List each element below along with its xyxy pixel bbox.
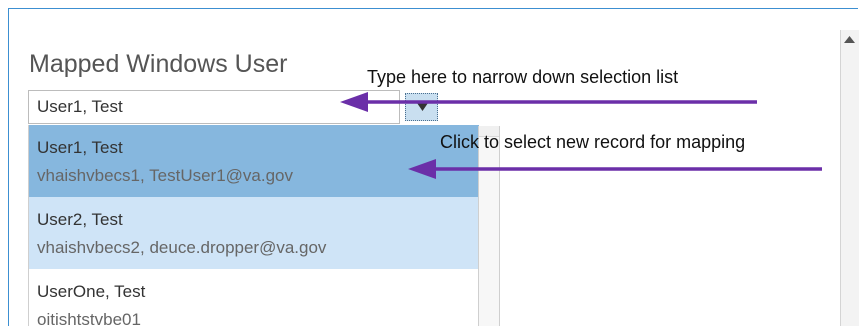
scroll-up-arrow-icon[interactable] <box>844 36 855 43</box>
user-search-input[interactable] <box>28 90 400 124</box>
option-detail: vhaishvbecs2, deuce.dropper@va.gov <box>37 238 327 257</box>
dropdown-scrollbar[interactable] <box>478 126 500 326</box>
dropdown-option-user2[interactable]: User2, Test vhaishvbecs2, deuce.dropper@… <box>29 197 479 269</box>
user-dropdown-list: User1, Test vhaishvbecs1, TestUser1@va.g… <box>28 125 479 326</box>
triangle-down-icon <box>417 103 428 111</box>
dropdown-option-user1[interactable]: User1, Test vhaishvbecs1, TestUser1@va.g… <box>29 125 479 197</box>
field-label: Mapped Windows User <box>29 50 288 78</box>
dropdown-toggle-button[interactable] <box>405 93 438 121</box>
option-detail: vhaishvbecs1, TestUser1@va.gov <box>37 166 294 185</box>
option-name: User1, Test <box>37 138 123 157</box>
annotation-click-hint: Click to select new record for mapping <box>440 132 746 152</box>
dropdown-option-userone[interactable]: UserOne, Test oitishtstvbe01 <box>29 269 479 326</box>
option-name: UserOne, Test <box>37 282 146 301</box>
option-detail: oitishtstvbe01 <box>37 310 141 326</box>
annotation-type-hint: Type here to narrow down selection list <box>367 67 679 87</box>
page-scrollbar[interactable] <box>840 30 859 326</box>
option-name: User2, Test <box>37 210 123 229</box>
